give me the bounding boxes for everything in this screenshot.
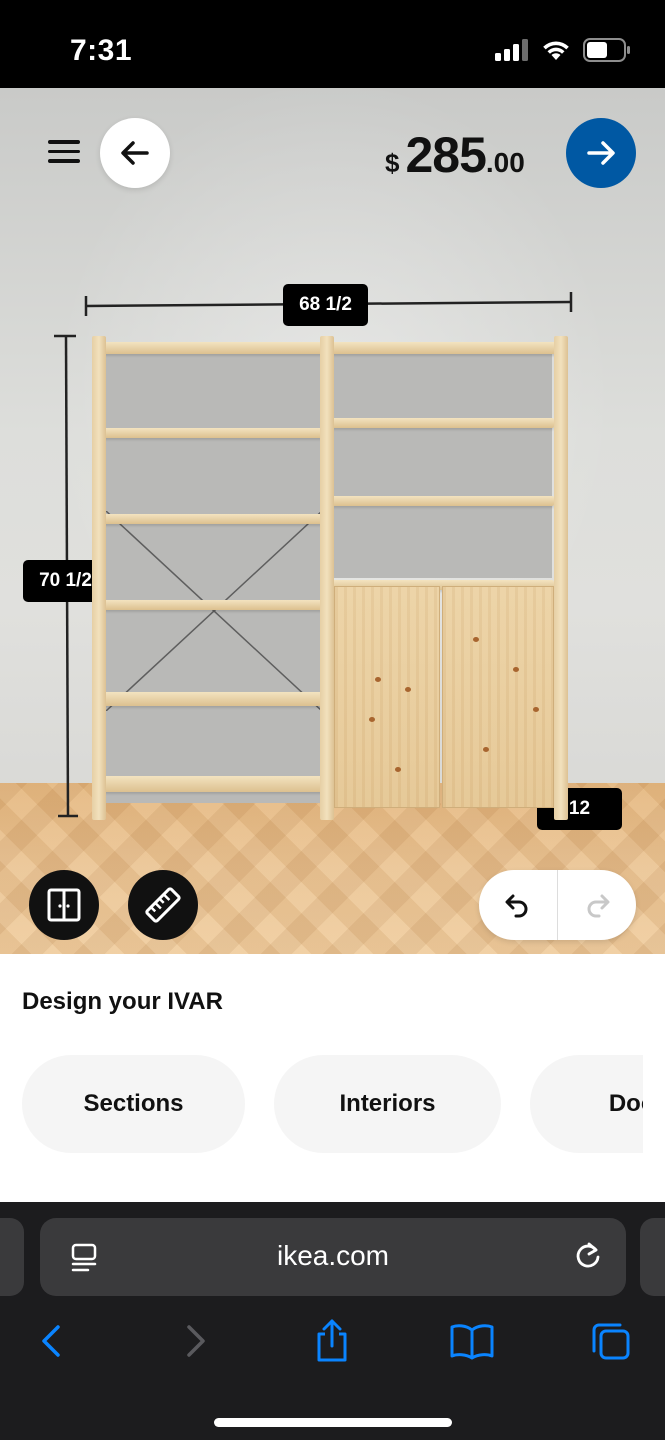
cabinet-door-left[interactable] bbox=[334, 586, 440, 808]
undo-redo-group bbox=[479, 870, 636, 940]
ivar-shelving-unit[interactable] bbox=[86, 336, 572, 820]
sections-view-button[interactable] bbox=[29, 870, 99, 940]
configurator-viewport[interactable]: $ 285 .00 68 1/2 70 1/2 12 bbox=[0, 88, 665, 954]
undo-icon bbox=[505, 894, 528, 918]
status-bar: 7:31 bbox=[0, 0, 665, 88]
book-icon bbox=[450, 1324, 494, 1360]
redo-button[interactable] bbox=[558, 870, 636, 940]
left-shelf-2 bbox=[100, 514, 322, 524]
bookmarks-button[interactable] bbox=[445, 1314, 499, 1368]
cross-brace bbox=[106, 511, 322, 711]
browser-forward-button[interactable] bbox=[168, 1314, 222, 1368]
panel-title: Design your IVAR bbox=[22, 988, 223, 1015]
browser-back-button[interactable] bbox=[25, 1314, 79, 1368]
split-panel-icon bbox=[47, 888, 81, 922]
cellular-signal-icon bbox=[495, 39, 528, 61]
browser-nav-row bbox=[0, 1314, 665, 1368]
ruler-icon bbox=[145, 887, 181, 923]
left-shelf-1 bbox=[100, 428, 322, 438]
url-text[interactable]: ikea.com bbox=[40, 1240, 626, 1272]
width-dimension-label[interactable]: 68 1/2 bbox=[283, 284, 368, 326]
wifi-icon bbox=[543, 41, 569, 60]
left-shelf-4 bbox=[100, 692, 322, 706]
category-tabs: Sections Interiors Doors bbox=[22, 1055, 643, 1153]
middle-post bbox=[320, 336, 334, 820]
previous-tab-preview[interactable] bbox=[0, 1218, 24, 1296]
right-shelf-2 bbox=[332, 496, 554, 506]
redo-icon bbox=[587, 894, 610, 918]
home-indicator bbox=[214, 1418, 452, 1427]
battery-icon bbox=[583, 38, 630, 62]
left-post bbox=[92, 336, 106, 820]
undo-button[interactable] bbox=[479, 870, 557, 940]
status-icons bbox=[495, 38, 631, 62]
browser-toolbar: ikea.com bbox=[0, 1202, 665, 1440]
chevron-left-icon bbox=[42, 1325, 60, 1357]
tabs-button[interactable] bbox=[584, 1314, 638, 1368]
cabinet-door-right[interactable] bbox=[442, 586, 554, 808]
address-bar[interactable]: ikea.com bbox=[40, 1218, 626, 1296]
left-shelf-5 bbox=[100, 776, 322, 792]
next-tab-preview[interactable] bbox=[640, 1218, 665, 1296]
share-button[interactable] bbox=[305, 1314, 359, 1368]
right-section-back bbox=[334, 348, 552, 578]
status-time: 7:31 bbox=[70, 34, 133, 67]
chevron-right-icon bbox=[187, 1325, 205, 1357]
tab-sections[interactable]: Sections bbox=[22, 1055, 245, 1153]
reload-icon[interactable] bbox=[572, 1240, 604, 1272]
measure-button[interactable] bbox=[128, 870, 198, 940]
tab-doors[interactable]: Doors bbox=[530, 1055, 643, 1153]
left-shelf-3 bbox=[100, 600, 322, 610]
design-panel: Design your IVAR Sections Interiors Door… bbox=[0, 954, 665, 1202]
right-shelf-1 bbox=[332, 418, 554, 428]
share-icon bbox=[317, 1319, 347, 1362]
tab-interiors[interactable]: Interiors bbox=[274, 1055, 501, 1153]
right-post bbox=[554, 336, 568, 820]
tabs-icon bbox=[592, 1323, 630, 1360]
